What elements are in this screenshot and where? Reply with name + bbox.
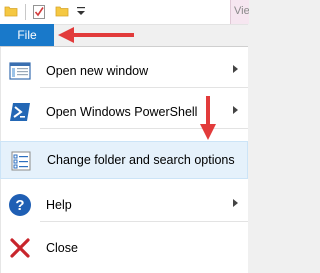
svg-text:?: ? [15, 197, 24, 214]
toolbar-divider [25, 4, 26, 20]
submenu-arrow-icon [233, 106, 238, 114]
menu-item-label: Change folder and search options [47, 153, 235, 167]
customize-toolbar-icon[interactable] [76, 4, 86, 18]
submenu-arrow-icon [233, 199, 238, 207]
menu-divider [40, 87, 248, 88]
quick-access-toolbar: View [0, 0, 249, 25]
menu-item-open-powershell[interactable]: Open Windows PowerShell [0, 95, 248, 129]
annotation-arrow-left [58, 27, 134, 43]
menu-item-label: Close [46, 241, 78, 255]
menu-item-label: Help [46, 198, 72, 212]
properties-icon[interactable] [32, 4, 46, 20]
menu-item-close[interactable]: Close [0, 231, 248, 265]
file-menu: Open new window Open Windows PowerShell … [0, 46, 248, 273]
menu-divider [40, 128, 248, 129]
tab-file-label: File [17, 28, 37, 42]
menu-item-label: Open new window [46, 64, 149, 78]
menu-divider [40, 221, 248, 222]
folder-options-icon [11, 151, 31, 171]
submenu-arrow-icon [233, 65, 238, 73]
menu-item-help[interactable]: ? Help [0, 188, 248, 222]
tab-view[interactable]: View [230, 0, 249, 24]
window-icon [9, 62, 31, 80]
tab-file[interactable]: File [0, 24, 54, 46]
menu-item-change-folder-options[interactable]: Change folder and search options [0, 141, 248, 179]
folder-icon[interactable] [4, 4, 18, 18]
menu-item-open-new-window[interactable]: Open new window [0, 54, 248, 88]
menu-item-label: Open Windows PowerShell [46, 105, 198, 119]
close-icon [10, 238, 30, 258]
powershell-icon [10, 103, 30, 121]
help-icon: ? [9, 194, 31, 216]
tab-view-label: View [234, 5, 249, 17]
new-folder-icon[interactable] [55, 4, 69, 18]
